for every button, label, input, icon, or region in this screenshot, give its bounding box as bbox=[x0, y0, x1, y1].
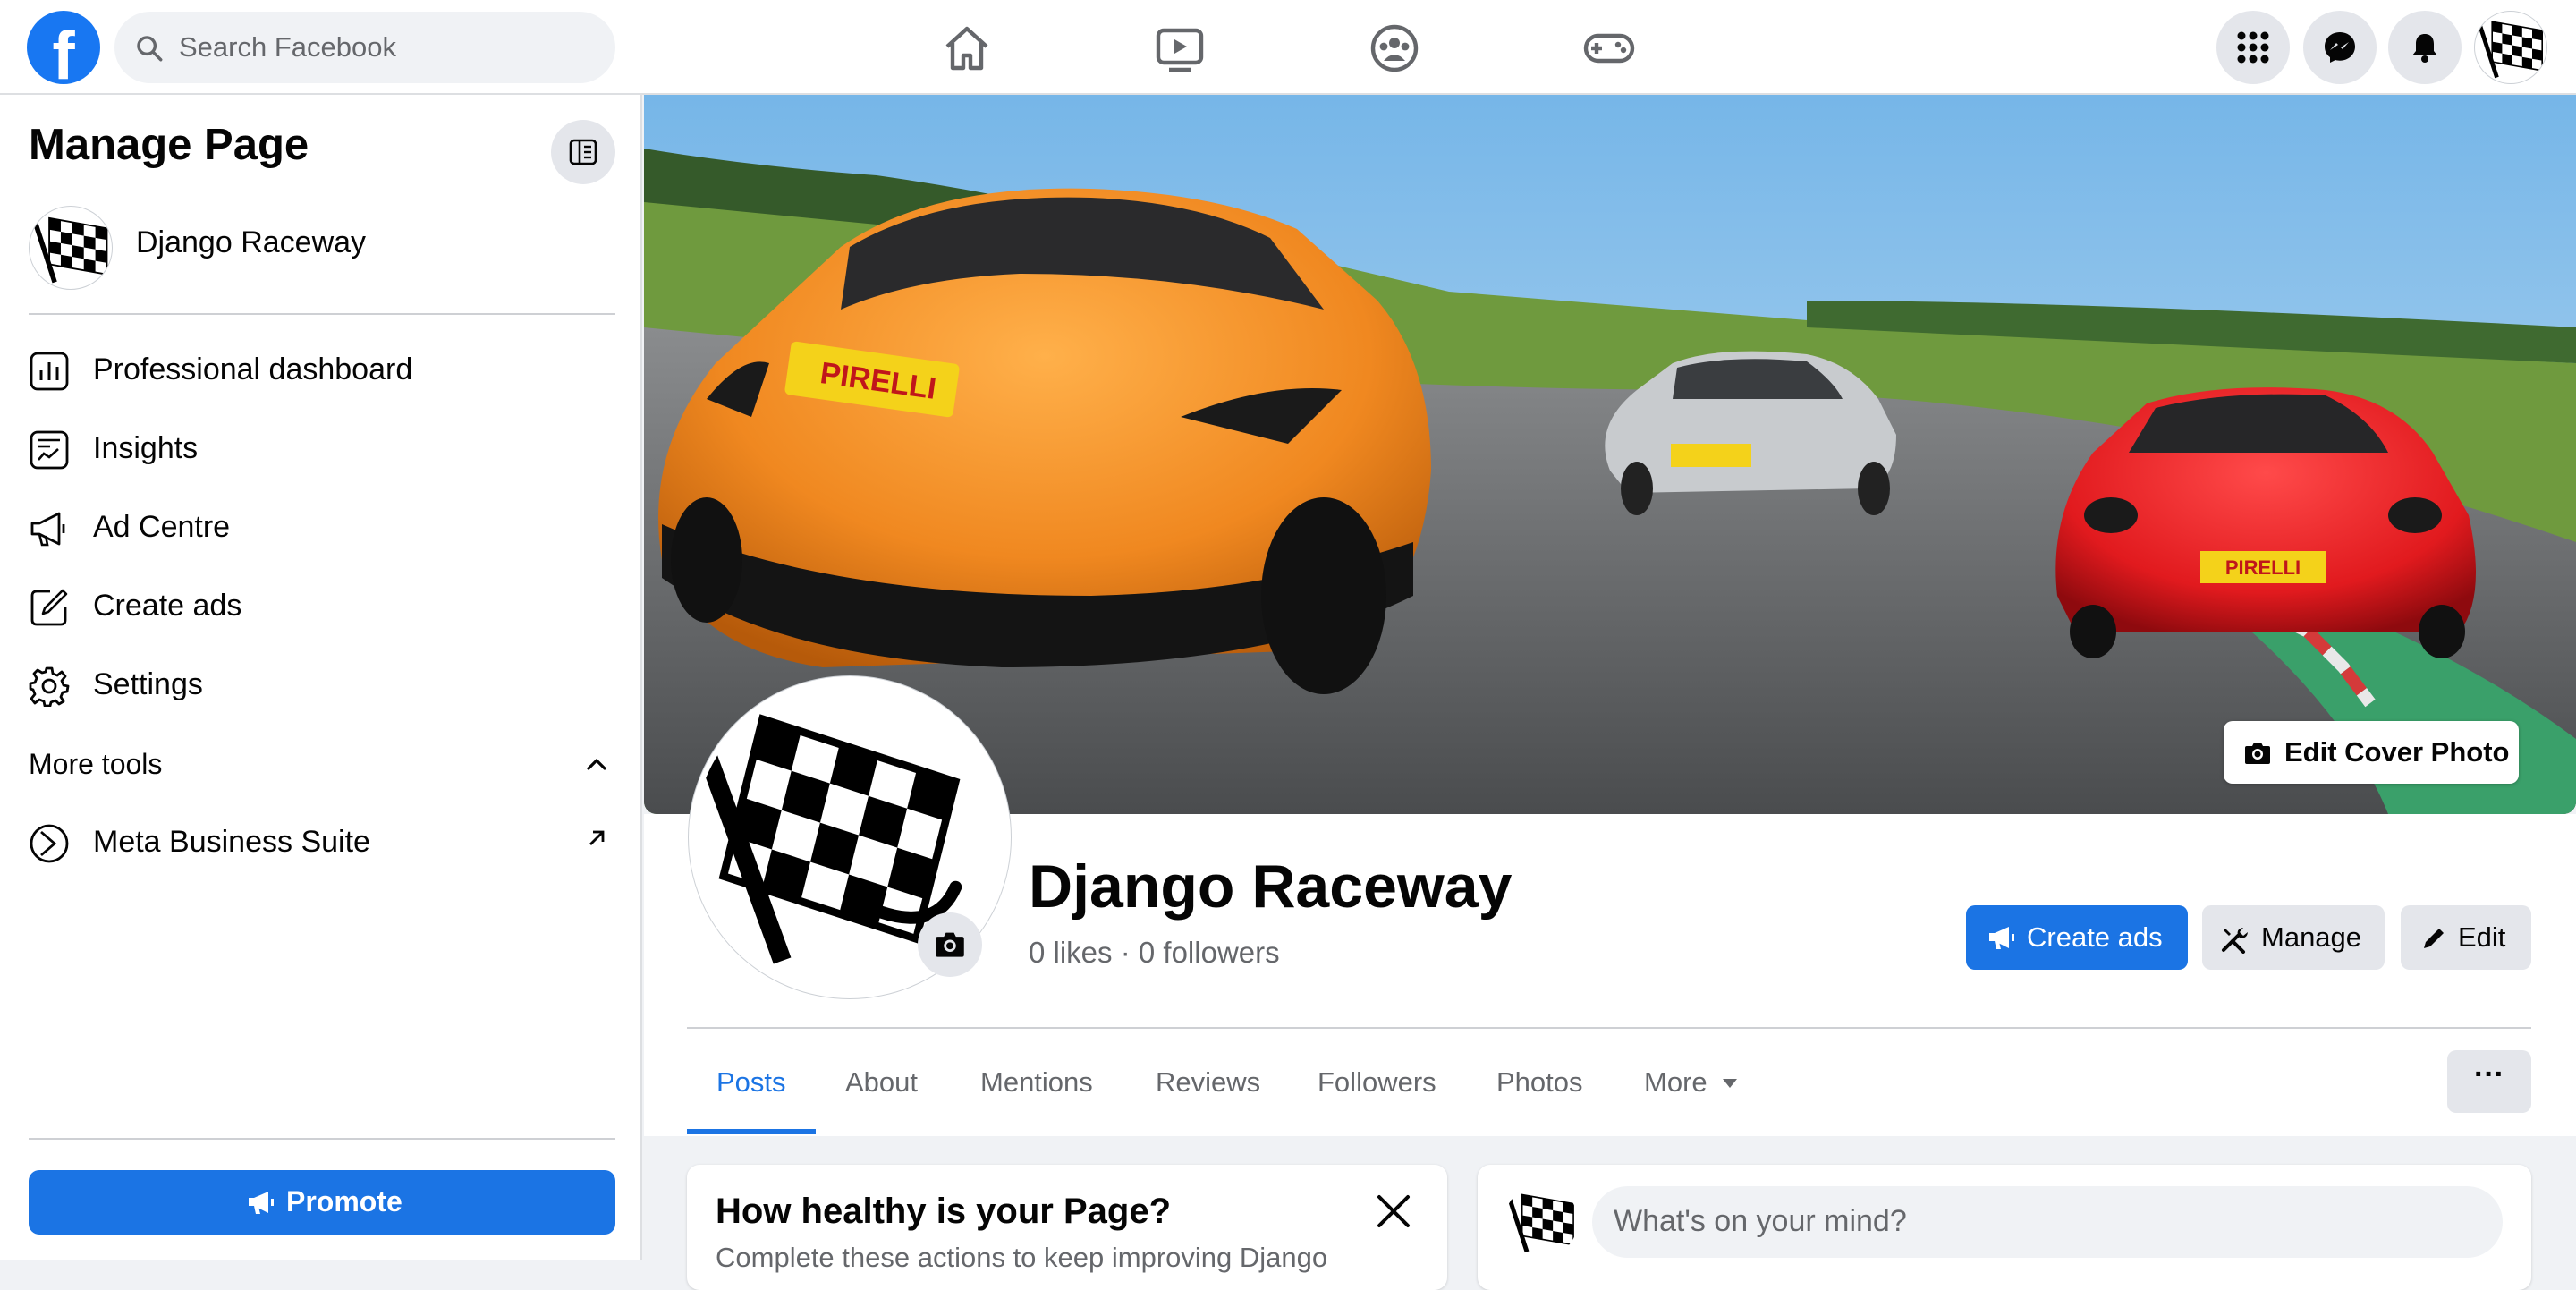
manage-page-sidebar: Manage Page Django Raceway Professional … bbox=[0, 95, 642, 1260]
sidebar-item-insights[interactable]: Insights bbox=[29, 413, 615, 485]
promote-button[interactable]: Promote bbox=[29, 1170, 615, 1235]
dropdown-caret-icon[interactable] bbox=[1721, 1077, 1739, 1090]
top-navigation-bar: f Search Facebook bbox=[0, 0, 2576, 95]
messenger-button[interactable] bbox=[2303, 11, 2377, 84]
ellipsis-icon: ··· bbox=[2474, 1057, 2504, 1091]
tabs-divider bbox=[687, 1027, 2531, 1029]
groups-icon[interactable] bbox=[1366, 20, 1423, 77]
gear-icon bbox=[29, 666, 70, 707]
page-name: Django Raceway bbox=[136, 225, 367, 259]
post-composer-card: What's on your mind? bbox=[1478, 1165, 2531, 1290]
stats-separator: · bbox=[1120, 936, 1139, 969]
create-ads-label: Create ads bbox=[2027, 921, 2163, 953]
account-avatar[interactable] bbox=[2474, 11, 2547, 84]
active-tab-indicator bbox=[687, 1129, 816, 1134]
followers-count[interactable]: 0 followers bbox=[1139, 936, 1280, 969]
manage-label: Manage bbox=[2261, 921, 2362, 953]
pencil-icon bbox=[2424, 929, 2444, 948]
collapse-sidebar-button[interactable] bbox=[551, 120, 615, 184]
dashboard-icon bbox=[30, 352, 69, 391]
megaphone-icon bbox=[1989, 927, 2014, 949]
checkered-flag-icon bbox=[1505, 1192, 1574, 1253]
whats-on-your-mind-input[interactable]: What's on your mind? bbox=[1592, 1186, 2503, 1258]
megaphone-icon bbox=[30, 512, 65, 547]
search-placeholder: Search Facebook bbox=[179, 31, 396, 63]
edit-square-icon bbox=[30, 589, 68, 626]
sidebar-title: Manage Page bbox=[29, 121, 309, 169]
watch-video-icon[interactable] bbox=[1151, 20, 1208, 77]
search-icon bbox=[137, 36, 163, 62]
manage-button[interactable]: Manage bbox=[2202, 905, 2385, 970]
camera-icon bbox=[2245, 743, 2270, 764]
sidebar-item-label: Settings bbox=[93, 667, 203, 701]
sidebar-toggle-icon bbox=[569, 139, 597, 165]
bell-icon bbox=[2412, 34, 2437, 63]
notifications-button[interactable] bbox=[2388, 11, 2462, 84]
sidebar-item-label: Ad Centre bbox=[93, 510, 231, 544]
page-stats: 0 likes · 0 followers bbox=[1029, 936, 1280, 970]
sidebar-item-settings[interactable]: Settings bbox=[29, 649, 615, 721]
sidebar-item-create-ads[interactable]: Create ads bbox=[29, 571, 615, 642]
close-icon[interactable] bbox=[1376, 1193, 1411, 1229]
edit-cover-photo-button[interactable]: Edit Cover Photo bbox=[2224, 721, 2519, 784]
page-avatar bbox=[29, 206, 113, 290]
tab-followers[interactable]: Followers bbox=[1318, 1066, 1436, 1099]
page-title: Django Raceway bbox=[1029, 853, 1513, 921]
checkered-flag-icon bbox=[2476, 19, 2543, 79]
megaphone-icon bbox=[249, 1192, 274, 1214]
tab-more[interactable]: More bbox=[1644, 1066, 1707, 1099]
messenger-icon bbox=[2325, 32, 2355, 63]
tab-about[interactable]: About bbox=[845, 1066, 918, 1099]
sidebar-item-meta-business-suite[interactable]: Meta Business Suite bbox=[29, 807, 615, 878]
create-ads-button[interactable]: Create ads bbox=[1966, 905, 2188, 970]
current-page-row[interactable]: Django Raceway bbox=[29, 202, 610, 292]
health-card-subtitle: Complete these actions to keep improving… bbox=[716, 1242, 1328, 1273]
sidebar-item-label: Insights bbox=[93, 431, 199, 465]
home-icon[interactable] bbox=[938, 20, 996, 77]
sidebar-item-label: Meta Business Suite bbox=[93, 825, 370, 859]
composer-avatar[interactable] bbox=[1504, 1184, 1578, 1258]
edit-cover-label: Edit Cover Photo bbox=[2284, 736, 2510, 768]
page-health-card: How healthy is your Page? Complete these… bbox=[687, 1165, 1447, 1290]
likes-count[interactable]: 0 likes bbox=[1029, 936, 1113, 969]
tab-mentions[interactable]: Mentions bbox=[980, 1066, 1093, 1099]
edit-label: Edit bbox=[2458, 921, 2506, 953]
sidebar-item-professional-dashboard[interactable]: Professional dashboard bbox=[29, 335, 615, 406]
search-input[interactable]: Search Facebook bbox=[114, 12, 615, 83]
sidebar-item-ad-centre[interactable]: Ad Centre bbox=[29, 492, 615, 564]
more-tools-heading[interactable]: More tools bbox=[29, 748, 162, 781]
sidebar-divider bbox=[29, 313, 615, 315]
sidebar-item-label: Create ads bbox=[93, 589, 242, 623]
tab-photos[interactable]: Photos bbox=[1496, 1066, 1583, 1099]
tab-reviews[interactable]: Reviews bbox=[1156, 1066, 1260, 1099]
update-profile-picture-button[interactable] bbox=[918, 912, 982, 977]
facebook-logo-icon[interactable]: f bbox=[27, 11, 100, 93]
menu-grid-button[interactable] bbox=[2216, 11, 2290, 84]
gaming-icon[interactable] bbox=[1580, 20, 1638, 77]
composer-placeholder: What's on your mind? bbox=[1614, 1204, 1907, 1238]
health-card-title: How healthy is your Page? bbox=[716, 1192, 1172, 1231]
external-link-icon bbox=[589, 830, 605, 845]
grid-icon bbox=[2237, 31, 2269, 64]
sidebar-bottom-divider bbox=[29, 1138, 615, 1140]
promote-label: Promote bbox=[286, 1185, 402, 1218]
checkered-flag-icon bbox=[30, 216, 108, 284]
svg-text:PIRELLI: PIRELLI bbox=[2225, 556, 2301, 579]
edit-button[interactable]: Edit bbox=[2401, 905, 2531, 970]
chevron-up-icon[interactable] bbox=[585, 755, 608, 773]
tab-posts[interactable]: Posts bbox=[716, 1066, 786, 1099]
more-options-button[interactable]: ··· bbox=[2447, 1050, 2531, 1113]
sidebar-item-label: Professional dashboard bbox=[93, 352, 413, 386]
insights-icon bbox=[30, 430, 69, 470]
meta-business-suite-icon bbox=[30, 824, 69, 863]
tools-icon bbox=[2222, 928, 2248, 954]
camera-icon bbox=[936, 932, 964, 957]
